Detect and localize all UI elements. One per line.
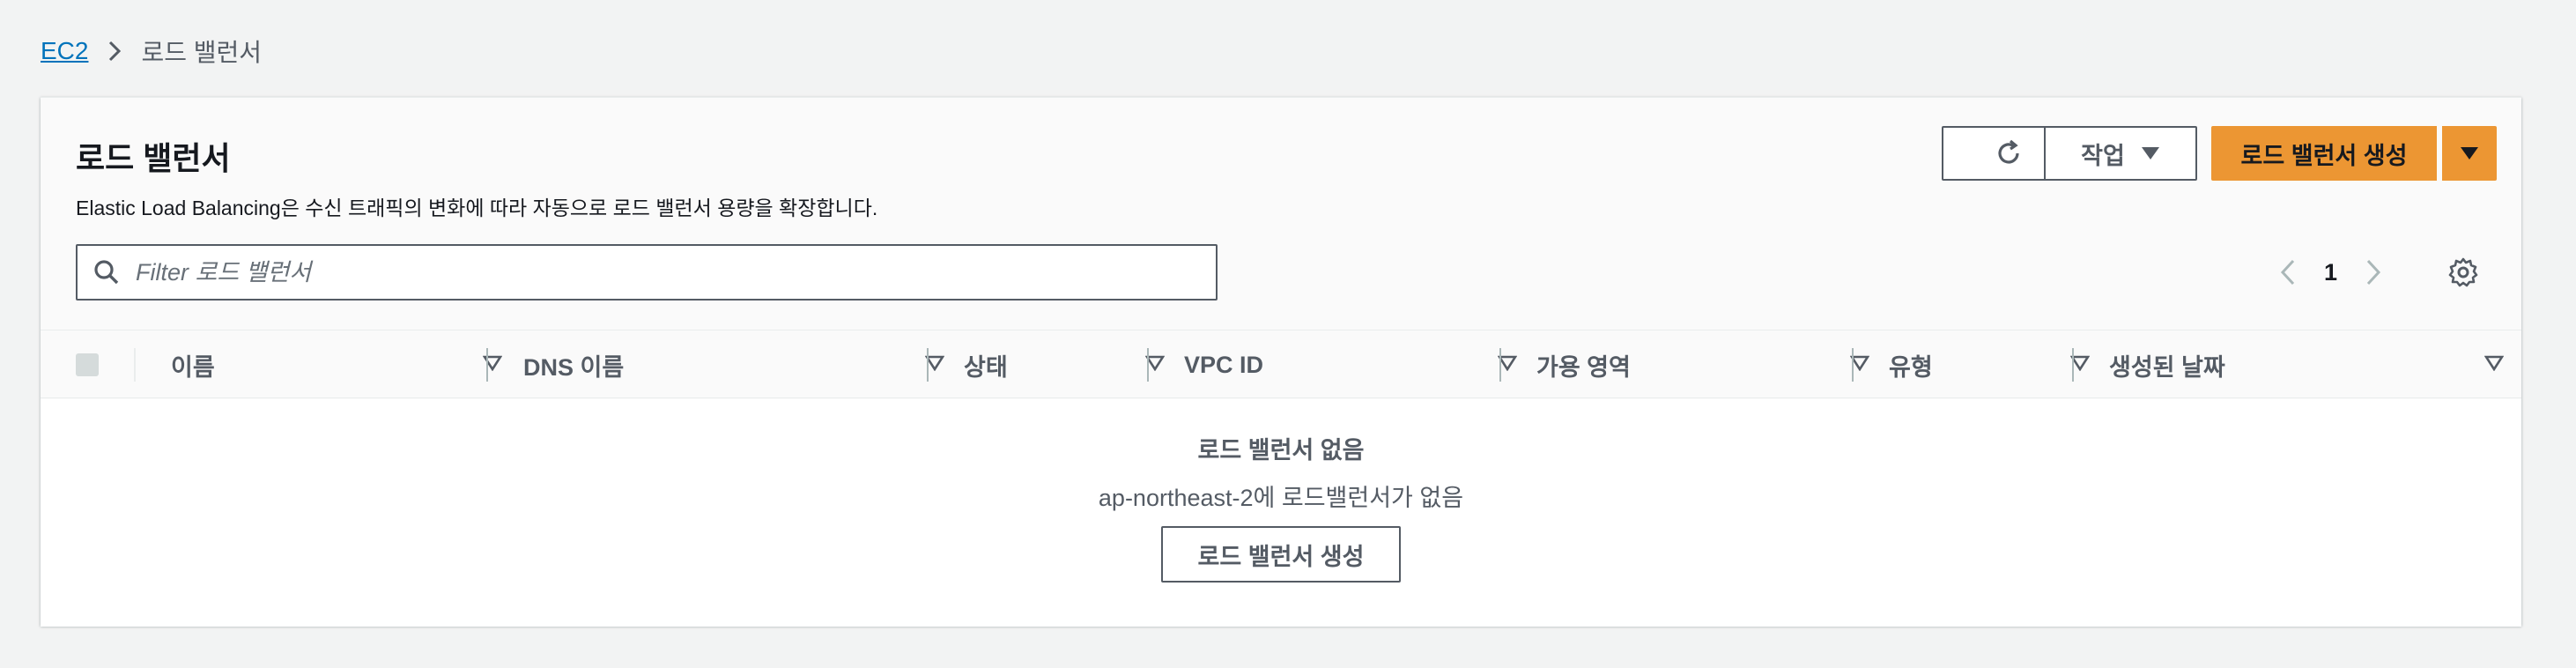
- column-divider[interactable]: [1852, 348, 1854, 382]
- chevron-right-icon[interactable]: [2365, 258, 2381, 286]
- page-title: 로드 밸런서: [76, 140, 231, 176]
- create-load-balancer-button[interactable]: 로드 밸런서 생성: [2211, 126, 2437, 181]
- column-label: 상태: [964, 353, 1008, 381]
- caret-down-icon: [2141, 146, 2160, 160]
- refresh-icon: [1993, 137, 2025, 169]
- column-header-name[interactable]: 이름: [171, 330, 502, 399]
- table-body: 로드 밸런서 없음 ap-northeast-2에 로드밸런서가 없음 로드 밸…: [41, 399, 2521, 627]
- sort-icon: [2484, 355, 2504, 371]
- breadcrumb: EC2 로드 밸런서: [41, 33, 262, 69]
- column-divider[interactable]: [486, 348, 488, 382]
- column-header-dns-name[interactable]: DNS 이름: [523, 330, 944, 399]
- column-label: 가용 영역: [1536, 353, 1631, 381]
- empty-state-description: ap-northeast-2에 로드밸런서가 없음: [1098, 485, 1464, 511]
- filter-input[interactable]: [136, 246, 1216, 299]
- pagination: 1: [2280, 253, 2381, 292]
- page-number[interactable]: 1: [2324, 259, 2337, 286]
- create-label: 로드 밸런서 생성: [2240, 142, 2408, 169]
- column-label: 생성된 날짜: [2109, 353, 2225, 381]
- search-icon: [78, 259, 136, 286]
- empty-create-label: 로드 밸런서 생성: [1197, 543, 1365, 570]
- column-divider[interactable]: [1499, 348, 1501, 382]
- actions-label: 작업: [2081, 142, 2125, 169]
- column-header-availability-zone[interactable]: 가용 영역: [1536, 330, 1869, 399]
- chevron-left-icon[interactable]: [2280, 258, 2296, 286]
- column-header-status[interactable]: 상태: [964, 330, 1165, 399]
- column-label: DNS 이름: [523, 353, 625, 381]
- empty-state-title: 로드 밸런서 없음: [1197, 437, 1365, 464]
- gear-icon[interactable]: [2446, 255, 2481, 290]
- load-balancers-panel: 로드 밸런서 Elastic Load Balancing은 수신 트래픽의 변…: [41, 97, 2521, 627]
- table-header: 이름 DNS 이름 상태 VPC ID 가용 영역 유형 생성된 날짜: [41, 330, 2521, 398]
- column-label: VPC ID: [1184, 351, 1264, 378]
- breadcrumb-current: 로드 밸런서: [141, 39, 263, 66]
- column-divider[interactable]: [2072, 348, 2074, 382]
- page-description: Elastic Load Balancing은 수신 트래픽의 변화에 따라 자…: [76, 197, 878, 219]
- caret-down-icon: [2460, 146, 2479, 160]
- chevron-right-icon: [107, 40, 122, 63]
- column-label: 유형: [1889, 353, 1933, 381]
- actions-button[interactable]: 작업: [2044, 126, 2197, 181]
- column-divider: [134, 348, 136, 382]
- filter-box: [76, 244, 1218, 301]
- column-divider[interactable]: [927, 348, 929, 382]
- column-divider[interactable]: [1147, 348, 1149, 382]
- column-header-created-date[interactable]: 생성된 날짜: [2109, 330, 2504, 399]
- column-label: 이름: [171, 353, 215, 381]
- select-all-checkbox[interactable]: [76, 353, 99, 376]
- column-header-vpc-id[interactable]: VPC ID: [1184, 330, 1517, 399]
- breadcrumb-ec2-link[interactable]: EC2: [41, 37, 88, 65]
- create-dropdown-button[interactable]: [2442, 126, 2497, 181]
- empty-create-load-balancer-button[interactable]: 로드 밸런서 생성: [1161, 526, 1401, 583]
- column-header-type[interactable]: 유형: [1889, 330, 2090, 399]
